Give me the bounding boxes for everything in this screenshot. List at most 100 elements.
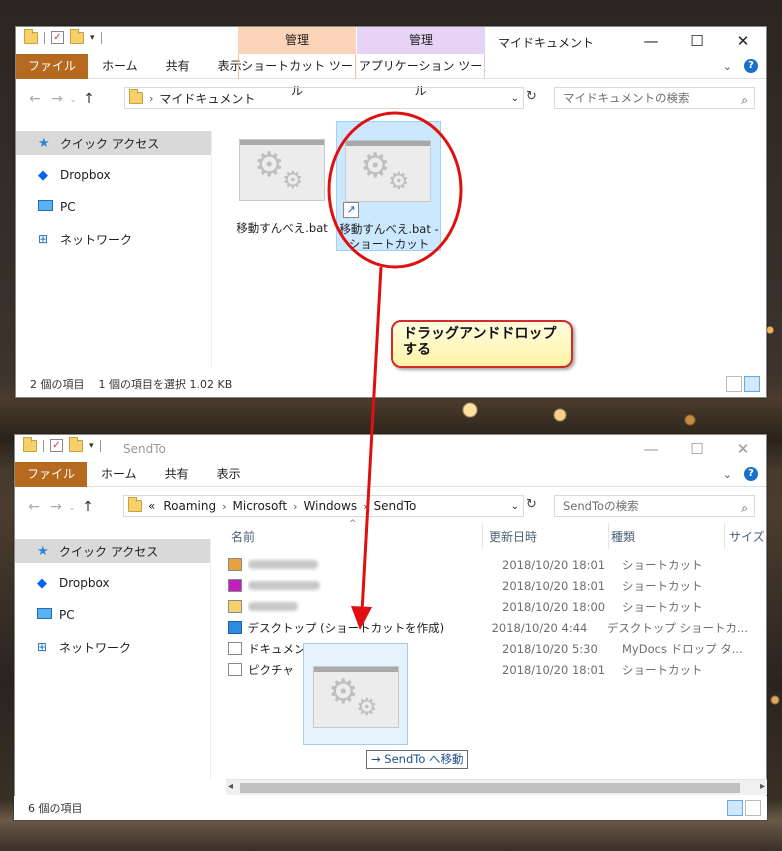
gear-icon: ⚙ — [328, 672, 359, 712]
minimize-button[interactable]: — — [628, 27, 674, 54]
properties-icon[interactable]: ✓ — [51, 31, 64, 44]
close-button[interactable]: ✕ — [720, 27, 766, 54]
search-input[interactable]: SendToの検索 ⌕ — [554, 495, 755, 517]
maximize-button[interactable]: ☐ — [674, 27, 720, 54]
nav-quick-access[interactable]: ★ クイック アクセス — [15, 539, 210, 563]
column-modified[interactable]: 更新日時 — [489, 523, 609, 549]
table-row[interactable]: 2018/10/20 18:00 ショートカット — [228, 596, 748, 617]
tab-shortcut-tools[interactable]: ショートカット ツール — [238, 54, 356, 98]
help-icon[interactable]: ? — [744, 467, 758, 481]
title-bar: ✓ ▾ 管理 管理 マイドキュメント — ☐ ✕ — [16, 27, 766, 54]
search-input[interactable]: マイドキュメントの検索 ⌕ — [554, 87, 755, 109]
nav-quick-access[interactable]: ★ クイック アクセス — [16, 131, 211, 155]
tab-share[interactable]: 共有 — [152, 54, 204, 79]
forward-button[interactable]: → — [46, 91, 68, 107]
column-size[interactable]: サイズ — [729, 523, 769, 549]
context-tab-header-application: 管理 — [357, 27, 485, 54]
minimize-button[interactable]: — — [628, 435, 674, 462]
breadcrumb-chevron-icon[interactable]: › — [363, 500, 367, 513]
redacted-name — [248, 601, 298, 611]
item-count: 6 個の項目 — [28, 802, 83, 815]
window-title: マイドキュメント — [498, 36, 595, 50]
network-icon: ⊞ — [37, 640, 48, 654]
address-dropdown-icon[interactable]: ⌄ — [511, 501, 519, 512]
table-row[interactable]: 2018/10/20 18:01 ショートカット — [228, 575, 748, 596]
settings-file-icon: ⚙ ⚙ — [239, 139, 325, 201]
close-button[interactable]: ✕ — [720, 435, 766, 462]
refresh-button[interactable]: ↻ — [526, 497, 537, 512]
recent-locations-icon[interactable]: ⌄ — [67, 503, 77, 512]
folder-icon — [129, 89, 143, 104]
tab-application-tools[interactable]: アプリケーション ツール — [357, 54, 485, 98]
shortcut-file-icon — [228, 558, 242, 571]
desktop-icon — [228, 621, 242, 634]
help-icon[interactable]: ? — [744, 59, 758, 73]
details-view-icon[interactable] — [726, 376, 742, 392]
file-item-shortcut[interactable]: ⚙ ⚙ ↗ 移動すんべえ.bat - ショートカット — [336, 121, 441, 251]
ribbon-tabs: ファイル ホーム 共有 表示 ⌄ ? — [15, 461, 766, 487]
scroll-right-icon[interactable]: ▸ — [760, 781, 765, 792]
expand-ribbon-icon[interactable]: ⌄ — [723, 60, 732, 73]
table-row[interactable]: デスクトップ (ショートカットを作成) 2018/10/20 4:44 デスクト… — [228, 617, 748, 638]
large-icons-view-icon[interactable] — [744, 376, 760, 392]
row-type: ショートカット — [622, 557, 703, 572]
gear-icon: ⚙ — [356, 693, 378, 721]
row-date: 2018/10/20 18:00 — [502, 599, 606, 614]
refresh-button[interactable]: ↻ — [526, 89, 537, 104]
breadcrumb-chevron-icon[interactable]: › — [293, 500, 297, 513]
details-view-icon[interactable] — [727, 800, 743, 816]
properties-icon[interactable]: ✓ — [50, 439, 63, 452]
nav-dropbox[interactable]: ◆ Dropbox — [16, 163, 211, 187]
breadcrumb-item[interactable]: SendTo — [374, 499, 417, 513]
up-button[interactable]: ↑ — [77, 499, 99, 515]
breadcrumb-item[interactable]: Windows — [304, 499, 358, 513]
customize-qat-icon[interactable]: ▾ — [89, 441, 94, 451]
scroll-left-icon[interactable]: ◂ — [228, 781, 233, 792]
large-icons-view-icon[interactable] — [745, 800, 761, 816]
folder-icon — [24, 28, 38, 44]
breadcrumb-item[interactable]: Roaming — [163, 499, 216, 513]
file-item-bat[interactable]: ⚙ ⚙ 移動すんべえ.bat — [234, 121, 330, 249]
pc-icon — [38, 200, 53, 211]
address-bar[interactable]: « Roaming › Microsoft › Windows › SendTo… — [123, 495, 524, 517]
nav-network[interactable]: ⊞ ネットワーク — [16, 227, 211, 251]
tab-file[interactable]: ファイル — [16, 53, 89, 79]
tab-share[interactable]: 共有 — [151, 462, 203, 487]
breadcrumb-overflow[interactable]: « — [148, 499, 155, 513]
up-button[interactable]: ↑ — [78, 91, 100, 107]
address-dropdown-icon[interactable]: ⌄ — [511, 93, 519, 104]
nav-dropbox[interactable]: ◆ Dropbox — [15, 571, 210, 595]
title-bar: ✓ ▾ SendTo — ☐ ✕ — [15, 435, 766, 462]
maximize-button[interactable]: ☐ — [674, 435, 720, 462]
tab-home[interactable]: ホーム — [87, 462, 151, 487]
back-button[interactable]: ← — [23, 499, 45, 515]
quick-access-toolbar: ✓ ▾ — [24, 28, 102, 44]
drag-preview: ⚙ ⚙ — [303, 643, 408, 745]
address-bar[interactable]: › マイドキュメント ⌄ — [124, 87, 524, 109]
breadcrumb-chevron-icon[interactable]: › — [222, 500, 226, 513]
tab-view[interactable]: 表示 — [203, 462, 255, 487]
nav-pc[interactable]: PC — [15, 603, 210, 627]
forward-button[interactable]: → — [45, 499, 67, 515]
new-folder-icon[interactable] — [70, 28, 84, 44]
expand-ribbon-icon[interactable]: ⌄ — [723, 468, 732, 481]
back-button[interactable]: ← — [24, 91, 46, 107]
breadcrumb-chevron-icon[interactable]: › — [149, 92, 153, 105]
horizontal-scrollbar[interactable]: ◂ ▸ — [226, 779, 767, 795]
nav-network[interactable]: ⊞ ネットワーク — [15, 635, 210, 659]
pc-icon — [37, 608, 52, 619]
column-name[interactable]: 名前 — [229, 523, 483, 549]
new-folder-icon[interactable] — [69, 436, 83, 452]
column-type[interactable]: 種類 — [611, 523, 725, 549]
dropbox-icon: ◆ — [37, 576, 47, 591]
breadcrumb-item[interactable]: Microsoft — [233, 499, 288, 513]
row-name: デスクトップ (ショートカットを作成) — [247, 620, 445, 635]
scrollbar-thumb[interactable] — [240, 783, 740, 793]
table-row[interactable]: 2018/10/20 18:01 ショートカット — [228, 554, 748, 575]
nav-pc[interactable]: PC — [16, 195, 211, 219]
tab-file[interactable]: ファイル — [15, 461, 88, 487]
customize-qat-icon[interactable]: ▾ — [90, 33, 95, 43]
recent-locations-icon[interactable]: ⌄ — [68, 95, 78, 104]
breadcrumb-item[interactable]: マイドキュメント — [159, 90, 255, 107]
tab-home[interactable]: ホーム — [88, 54, 152, 79]
